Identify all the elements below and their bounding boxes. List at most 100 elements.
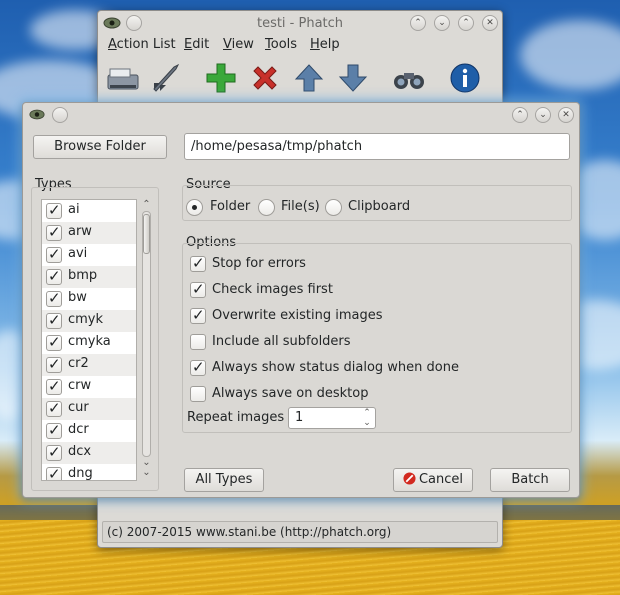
list-item[interactable]: ✓ cmyk xyxy=(42,310,136,332)
type-checkbox[interactable]: ✓ xyxy=(46,223,62,241)
source-radio-label[interactable]: File(s) xyxy=(281,199,320,214)
check-icon: ✓ xyxy=(48,333,61,351)
type-checkbox[interactable]: ✓ xyxy=(46,267,62,285)
check-icon: ✓ xyxy=(192,280,205,298)
scanner-icon[interactable] xyxy=(106,61,140,95)
check-icon: ✓ xyxy=(48,201,61,219)
types-list[interactable]: ✓ ai ✓ arw ✓ avi ✓ bmp ✓ bw ✓ cmyk ✓ cmyka ✓ cr2 ✓ crw ✓ cu… xyxy=(41,199,137,481)
option-checkbox[interactable] xyxy=(190,334,206,350)
all-types-button[interactable]: All Types xyxy=(184,468,264,492)
dialog-menu-button[interactable] xyxy=(52,107,68,123)
batch-button[interactable]: Batch xyxy=(490,468,570,492)
source-radio-2[interactable] xyxy=(325,199,342,216)
option-label[interactable]: Always save on desktop xyxy=(212,386,368,401)
delete-icon[interactable] xyxy=(248,61,282,95)
option-label[interactable]: Always show status dialog when done xyxy=(212,360,459,375)
list-item[interactable]: ✓ cmyka xyxy=(42,332,136,354)
type-checkbox[interactable]: ✓ xyxy=(46,201,62,219)
repeat-images-label: Repeat images xyxy=(187,410,285,425)
types-scrollbar[interactable]: ⌃ ⌄ ⌄ xyxy=(139,199,154,481)
menu-help[interactable]: Help xyxy=(310,37,340,52)
repeat-images-value: 1 xyxy=(295,410,304,425)
list-item[interactable]: ✓ bw xyxy=(42,288,136,310)
type-label: crw xyxy=(68,378,92,393)
list-item[interactable]: ✓ dng xyxy=(42,464,136,481)
source-radio-0[interactable] xyxy=(186,199,203,216)
list-item[interactable]: ✓ cur xyxy=(42,398,136,420)
type-checkbox[interactable]: ✓ xyxy=(46,443,62,461)
type-checkbox[interactable]: ✓ xyxy=(46,245,62,263)
status-bar: (c) 2007-2015 www.stani.be (http://phatc… xyxy=(102,521,498,543)
info-icon[interactable] xyxy=(448,61,482,95)
list-item[interactable]: ✓ cr2 xyxy=(42,354,136,376)
type-checkbox[interactable]: ✓ xyxy=(46,465,62,480)
type-label: dcr xyxy=(68,422,89,437)
type-checkbox[interactable]: ✓ xyxy=(46,399,62,417)
option-label[interactable]: Include all subfolders xyxy=(212,334,351,349)
batch-label: Batch xyxy=(511,472,549,487)
cancel-button[interactable]: Cancel xyxy=(393,468,473,492)
scroll-down-icon[interactable]: ⌄ xyxy=(139,467,154,479)
type-label: cmyk xyxy=(68,312,104,327)
check-icon: ✓ xyxy=(192,306,205,324)
scroll-up-icon[interactable]: ⌃ xyxy=(139,199,154,211)
type-label: bw xyxy=(68,290,87,305)
browse-folder-button[interactable]: Browse Folder xyxy=(33,135,167,159)
menu-view[interactable]: View xyxy=(223,37,254,52)
option-checkbox[interactable]: ✓ xyxy=(190,254,206,272)
spin-arrows-icon[interactable]: ⌃ ⌄ xyxy=(361,408,373,428)
source-radio-label[interactable]: Clipboard xyxy=(348,199,410,214)
list-item[interactable]: ✓ ai xyxy=(42,200,136,222)
list-item[interactable]: ✓ dcx xyxy=(42,442,136,464)
type-label: arw xyxy=(68,224,92,239)
source-radio-label[interactable]: Folder xyxy=(210,199,250,214)
type-label: dng xyxy=(68,466,93,481)
option-label[interactable]: Overwrite existing images xyxy=(212,308,383,323)
menu-edit[interactable]: Edit xyxy=(184,37,209,52)
check-icon: ✓ xyxy=(48,311,61,329)
down-arrow-icon[interactable] xyxy=(336,61,370,95)
type-checkbox[interactable]: ✓ xyxy=(46,377,62,395)
dialog-titlebar: ⌃ ⌄ ✕ xyxy=(23,103,579,127)
list-item[interactable]: ✓ arw xyxy=(42,222,136,244)
list-item[interactable]: ✓ avi xyxy=(42,244,136,266)
scroll-track[interactable] xyxy=(142,211,151,457)
source-radio-1[interactable] xyxy=(258,199,275,216)
up-arrow-icon[interactable] xyxy=(292,61,326,95)
dialog-minimize-button[interactable]: ⌄ xyxy=(535,107,551,123)
menu-action-list[interactable]: Action List xyxy=(108,37,176,52)
dialog-keep-above-button[interactable]: ⌃ xyxy=(512,107,528,123)
type-checkbox[interactable]: ✓ xyxy=(46,333,62,351)
check-icon: ✓ xyxy=(48,421,61,439)
main-menu-button[interactable] xyxy=(126,15,142,31)
keep-above-button[interactable]: ⌃ xyxy=(410,15,426,31)
close-button[interactable]: ✕ xyxy=(482,15,498,31)
execute-dialog: ⌃ ⌄ ✕ Browse Folder /home/pesasa/tmp/pha… xyxy=(22,102,580,498)
option-checkbox[interactable] xyxy=(190,386,206,402)
menu-tools[interactable]: Tools xyxy=(265,37,297,52)
option-label[interactable]: Check images first xyxy=(212,282,333,297)
dialog-close-button[interactable]: ✕ xyxy=(558,107,574,123)
scroll-thumb[interactable] xyxy=(143,214,150,254)
option-checkbox[interactable]: ✓ xyxy=(190,358,206,376)
path-input[interactable]: /home/pesasa/tmp/phatch xyxy=(184,133,570,160)
cancel-icon xyxy=(403,472,416,485)
add-icon[interactable] xyxy=(204,61,238,95)
option-checkbox[interactable]: ✓ xyxy=(190,280,206,298)
type-checkbox[interactable]: ✓ xyxy=(46,421,62,439)
repeat-images-spinbox[interactable]: 1 ⌃ ⌄ xyxy=(288,407,376,429)
check-icon: ✓ xyxy=(48,355,61,373)
list-item[interactable]: ✓ crw xyxy=(42,376,136,398)
type-checkbox[interactable]: ✓ xyxy=(46,355,62,373)
option-checkbox[interactable]: ✓ xyxy=(190,306,206,324)
list-item[interactable]: ✓ bmp xyxy=(42,266,136,288)
option-label[interactable]: Stop for errors xyxy=(212,256,306,271)
maximize-button[interactable]: ⌃ xyxy=(458,15,474,31)
main-titlebar: testi - Phatch ⌃ ⌄ ⌃ ✕ xyxy=(98,11,502,36)
rocket-icon[interactable] xyxy=(148,61,182,95)
type-checkbox[interactable]: ✓ xyxy=(46,289,62,307)
type-checkbox[interactable]: ✓ xyxy=(46,311,62,329)
list-item[interactable]: ✓ dcr xyxy=(42,420,136,442)
minimize-button[interactable]: ⌄ xyxy=(434,15,450,31)
binoculars-icon[interactable] xyxy=(392,61,426,95)
